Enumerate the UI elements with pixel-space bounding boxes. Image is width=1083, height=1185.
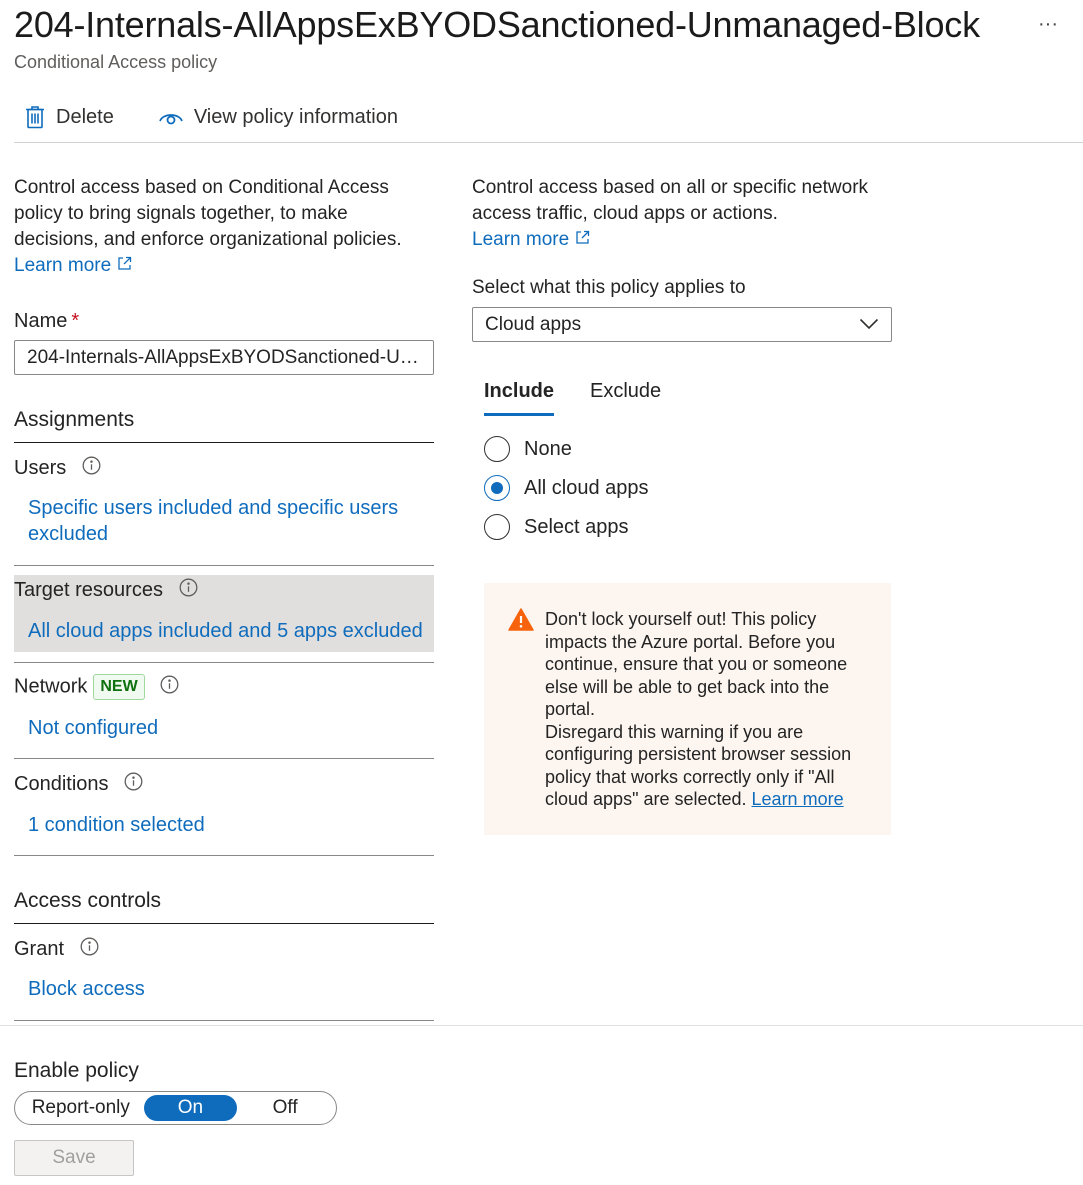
info-icon[interactable] (80, 937, 99, 962)
page-title: 204-Internals-AllAppsExBYODSanctioned-Un… (14, 4, 980, 45)
eye-icon (158, 108, 184, 126)
network-link[interactable]: Not configured (28, 715, 158, 741)
target-divider (14, 662, 434, 663)
tab-exclude[interactable]: Exclude (590, 380, 661, 416)
option-off[interactable]: Off (237, 1095, 333, 1121)
access-controls-heading: Access controls (14, 889, 162, 912)
radio-all-cloud-apps[interactable]: All cloud apps (484, 475, 649, 501)
external-link-icon (575, 227, 590, 253)
left-intro: Control access based on Conditional Acce… (14, 175, 424, 279)
enable-policy-toggle: Report-only On Off (14, 1091, 337, 1125)
view-policy-information-button[interactable]: View policy information (148, 104, 408, 131)
assignments-divider (14, 442, 434, 443)
enable-policy-label: Enable policy (14, 1059, 139, 1082)
footer-divider (0, 1025, 1083, 1026)
tab-include[interactable]: Include (484, 380, 555, 416)
include-exclude-tabs: Include Exclude (484, 380, 661, 416)
page-subtitle: Conditional Access policy (14, 52, 218, 72)
right-intro: Control access based on all or specific … (472, 175, 892, 253)
delete-label: Delete (56, 105, 114, 128)
left-learn-more-link[interactable]: Learn more (14, 255, 132, 276)
radio-button[interactable] (484, 436, 510, 462)
radio-none-label: None (524, 437, 572, 460)
radio-button[interactable] (484, 514, 510, 540)
info-icon[interactable] (124, 772, 143, 797)
trash-icon (24, 105, 46, 129)
warning-text: Don't lock yourself out! This policy imp… (545, 608, 875, 811)
toolbar-divider (14, 142, 1083, 143)
info-icon[interactable] (160, 675, 179, 700)
grant-label: Grant (14, 937, 99, 962)
target-resources-label: Target resources (14, 578, 198, 603)
radio-select-apps-label: Select apps (524, 515, 629, 538)
radio-button-checked[interactable] (484, 475, 510, 501)
name-label: Name * (14, 310, 80, 332)
conditions-link[interactable]: 1 condition selected (28, 812, 205, 838)
info-icon[interactable] (82, 456, 101, 481)
command-bar: Delete View policy information (14, 98, 432, 136)
view-policy-information-label: View policy information (193, 105, 398, 128)
radio-none[interactable]: None (484, 436, 572, 462)
applies-to-dropdown[interactable]: Cloud apps (472, 307, 892, 342)
warning-icon (508, 608, 534, 636)
network-divider (14, 758, 434, 759)
grant-divider (14, 1020, 434, 1021)
target-resources-link[interactable]: All cloud apps included and 5 apps exclu… (28, 618, 423, 644)
option-report-only[interactable]: Report-only (18, 1095, 144, 1121)
save-button[interactable]: Save (14, 1140, 134, 1176)
radio-all-cloud-apps-label: All cloud apps (524, 476, 649, 499)
warning-line-1: Don't lock yourself out! This policy imp… (545, 609, 848, 719)
network-label: Network NEW (14, 674, 179, 700)
conditions-divider (14, 855, 434, 856)
required-asterisk: * (71, 310, 80, 332)
conditions-label: Conditions (14, 772, 143, 797)
external-link-icon (117, 253, 132, 279)
option-on[interactable]: On (143, 1095, 238, 1121)
more-options-button[interactable]: ··· (1030, 12, 1066, 42)
users-label: Users (14, 456, 101, 481)
grant-link[interactable]: Block access (28, 976, 145, 1002)
new-badge: NEW (93, 674, 145, 700)
assignments-heading: Assignments (14, 408, 135, 431)
radio-select-apps[interactable]: Select apps (484, 514, 629, 540)
right-learn-more-link[interactable]: Learn more (472, 229, 590, 250)
info-icon[interactable] (179, 578, 198, 603)
access-controls-divider (14, 923, 434, 924)
warning-learn-more-link[interactable]: Learn more (752, 789, 844, 809)
right-intro-text: Control access based on all or specific … (472, 177, 869, 224)
users-assignment-link[interactable]: Specific users included and specific use… (28, 495, 418, 547)
left-intro-text: Control access based on Conditional Acce… (14, 177, 402, 250)
users-divider (14, 565, 434, 566)
policy-name-input[interactable]: 204-Internals-AllAppsExBYODSanctioned-Un… (14, 340, 434, 375)
delete-button[interactable]: Delete (14, 103, 124, 131)
chevron-down-icon (859, 308, 879, 341)
applies-to-value: Cloud apps (485, 314, 582, 335)
applies-to-label: Select what this policy applies to (472, 277, 746, 298)
